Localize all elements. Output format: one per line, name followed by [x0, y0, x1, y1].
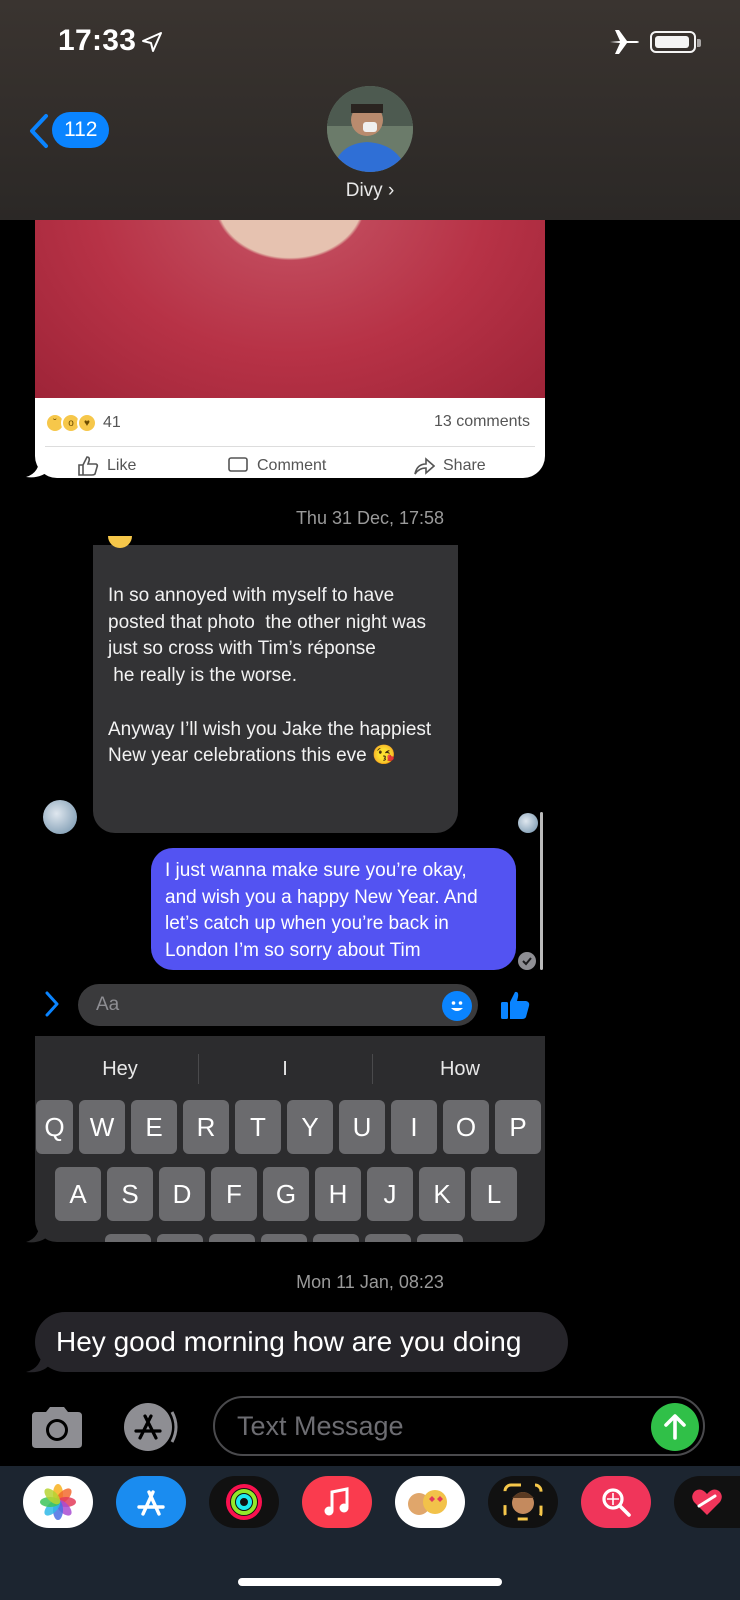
activity-icon[interactable] — [209, 1476, 279, 1528]
share-action: Share — [413, 456, 486, 476]
share-label: Share — [443, 457, 486, 474]
key-k: K — [419, 1167, 465, 1221]
suggestion-how: How — [439, 1058, 480, 1080]
thumbs-up-outline-icon — [78, 456, 99, 476]
key-l: L — [471, 1167, 517, 1221]
key-i: I — [391, 1100, 437, 1154]
incoming-message-bubble[interactable]: Hey good morning how are you doing — [35, 1312, 568, 1372]
bubble-tail — [26, 455, 50, 478]
comment-outline-icon — [228, 457, 248, 472]
bubble-tail — [26, 1220, 50, 1243]
key-row-3-partial — [105, 1234, 545, 1242]
suggestion-hey: Hey — [102, 1058, 138, 1080]
comment-label: Comment — [257, 457, 327, 474]
outgoing-message-bubble[interactable]: I just wanna make sure you’re okay, and … — [151, 848, 516, 970]
suggestion-divider — [198, 1054, 199, 1084]
app-store-icon[interactable] — [120, 1402, 184, 1452]
key-a: A — [55, 1167, 101, 1221]
key-p: P — [495, 1100, 541, 1154]
share-outline-icon — [414, 457, 435, 475]
key-q: Q — [36, 1100, 73, 1154]
scrollbar[interactable] — [540, 812, 543, 970]
app-store-icon[interactable] — [116, 1476, 186, 1528]
comment-count: 13 comments — [433, 413, 530, 430]
like-action: Like — [77, 456, 136, 476]
key-s: S — [107, 1167, 153, 1221]
timestamp-divider: Mon 11 Jan, 08:23 — [296, 1272, 444, 1292]
reaction-summary: ˘ o ♥ 41 — [45, 410, 121, 436]
memoji-stickers-icon[interactable] — [395, 1476, 465, 1528]
music-icon[interactable] — [302, 1476, 372, 1528]
suggestion-divider — [372, 1054, 373, 1084]
suggestion-i: I — [282, 1058, 288, 1080]
post-photo — [35, 220, 545, 398]
contact-name[interactable]: Divy › — [300, 180, 440, 202]
unread-count-badge[interactable]: 112 — [52, 112, 110, 148]
photos-app-icon[interactable] — [23, 1476, 93, 1528]
contact-avatar[interactable] — [327, 86, 413, 172]
animoji-icon[interactable] — [488, 1476, 558, 1528]
battery-icon — [650, 31, 701, 53]
digital-touch-icon[interactable] — [674, 1476, 740, 1528]
key-o: O — [443, 1100, 489, 1154]
thumbs-up-icon[interactable] — [498, 988, 532, 1022]
back-chevron-icon[interactable] — [26, 112, 52, 150]
timestamp-divider: Thu 31 Dec, 17:58 — [295, 508, 445, 528]
read-receipt-avatar — [518, 813, 538, 833]
key-row-1: Q W E R T Y U I O P — [36, 1100, 545, 1154]
sender-avatar[interactable] — [43, 800, 77, 834]
key-f: F — [211, 1167, 257, 1221]
key-u: U — [339, 1100, 385, 1154]
messenger-message-input[interactable]: Aa — [78, 984, 478, 1026]
shared-post-card[interactable]: ˘ o ♥ 41 13 comments Like Comment Share — [35, 220, 545, 478]
incoming-message-bubble[interactable]: In so annoyed with myself to have posted… — [93, 545, 458, 833]
imessage-text-input[interactable]: Text Message — [213, 1396, 705, 1456]
key-w: W — [79, 1100, 125, 1154]
key-e: E — [131, 1100, 177, 1154]
arrow-up-icon — [664, 1414, 686, 1440]
key-row-2: A S D F G H J K L — [55, 1167, 545, 1221]
airplane-icon — [610, 30, 639, 54]
key-g: G — [263, 1167, 309, 1221]
card-divider — [45, 446, 535, 447]
location-arrow-icon — [142, 32, 162, 52]
send-button[interactable] — [651, 1403, 699, 1451]
key-d: D — [159, 1167, 205, 1221]
emoji-icon[interactable] — [442, 991, 472, 1021]
expand-chevron-icon[interactable] — [44, 990, 60, 1018]
camera-icon[interactable] — [28, 1404, 86, 1450]
keyboard-screenshot: Hey I How Q W E R T Y U I O P A S D F G … — [35, 1036, 545, 1242]
comment-action: Comment — [227, 456, 326, 476]
like-label: Like — [107, 457, 137, 474]
key-h: H — [315, 1167, 361, 1221]
bubble-tail — [26, 1350, 52, 1373]
key-j: J — [367, 1167, 413, 1221]
status-time: 17:33 — [58, 24, 137, 57]
search-images-icon[interactable] — [581, 1476, 651, 1528]
reaction-count: 41 — [103, 414, 121, 431]
delivered-check-icon — [518, 952, 536, 970]
care-reaction-icon: ♥ — [77, 413, 97, 433]
key-t: T — [235, 1100, 281, 1154]
key-r: R — [183, 1100, 229, 1154]
home-indicator[interactable] — [238, 1578, 502, 1586]
key-y: Y — [287, 1100, 333, 1154]
